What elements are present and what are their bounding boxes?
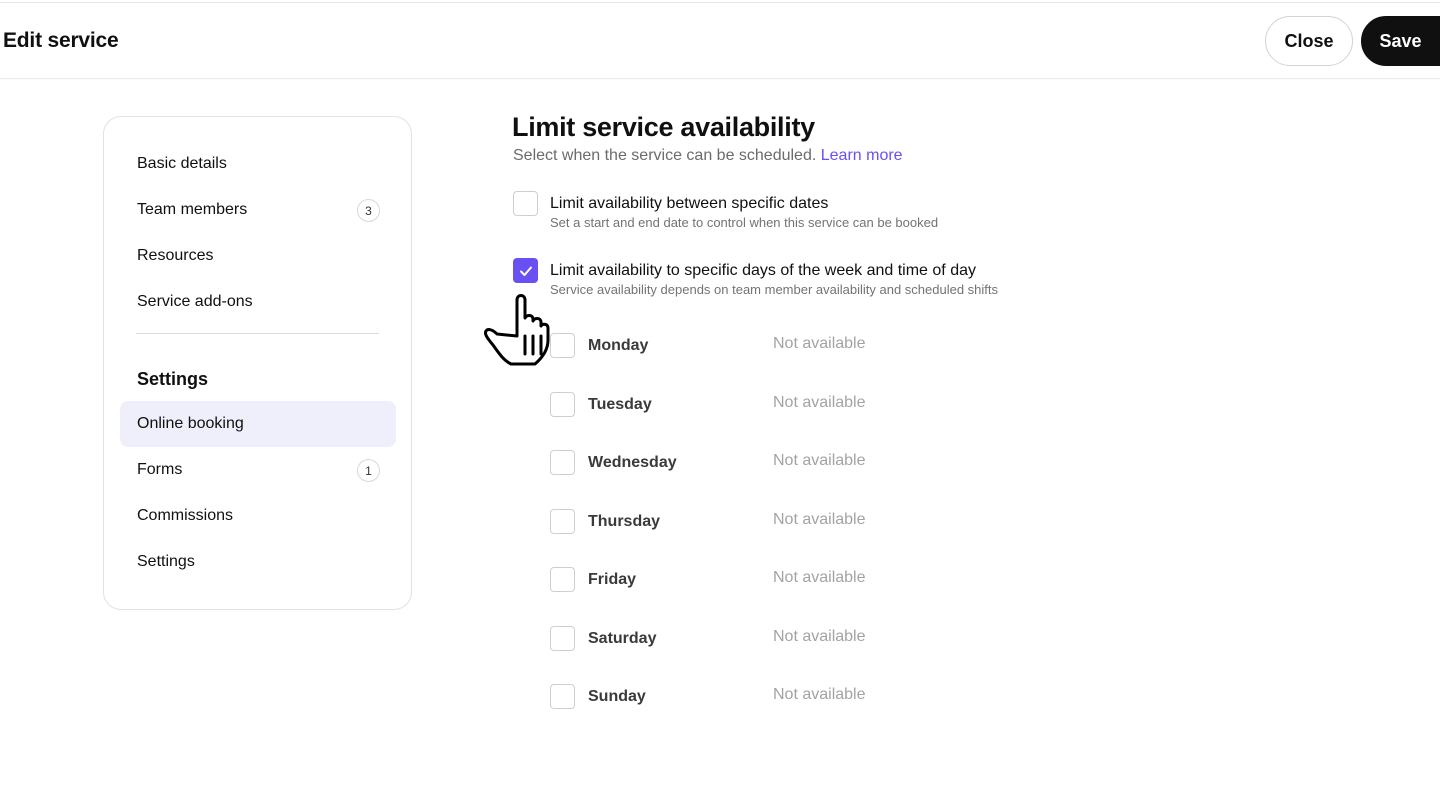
tuesday-checkbox[interactable] (550, 392, 575, 417)
section-title: Limit service availability (512, 112, 815, 142)
day-status: Not available (773, 511, 866, 528)
day-label: Saturday (588, 630, 657, 647)
day-status: Not available (773, 686, 866, 703)
sidebar-item-label: Team members (137, 201, 248, 218)
count-badge: 1 (357, 459, 380, 482)
subtitle-text: Select when the service can be scheduled… (513, 147, 817, 164)
day-status: Not available (773, 569, 866, 586)
learn-more-link[interactable]: Learn more (821, 147, 903, 164)
wednesday-checkbox[interactable] (550, 450, 575, 475)
sidebar-item-label: Basic details (137, 155, 227, 172)
sidebar-item-label: Forms (137, 461, 183, 478)
sidebar-item-commissions[interactable]: Commissions (120, 493, 396, 539)
option-help-text: Set a start and end date to control when… (550, 215, 939, 230)
sunday-checkbox[interactable] (550, 684, 575, 709)
section-subtitle: Select when the service can be scheduled… (513, 147, 903, 165)
sidebar-nav: Basic details Team members 3 Resources S… (103, 116, 412, 610)
monday-checkbox[interactable] (550, 333, 575, 358)
day-label: Friday (588, 571, 637, 588)
sidebar-item-settings[interactable]: Settings (120, 539, 396, 585)
day-label: Tuesday (588, 396, 652, 413)
close-button[interactable]: Close (1265, 16, 1353, 66)
specific-days-checkbox[interactable] (513, 258, 538, 283)
page-header: Edit service Close Save (0, 3, 1440, 79)
sidebar-item-label: Resources (137, 247, 214, 264)
count-badge: 3 (357, 199, 380, 222)
sidebar-item-basic-details[interactable]: Basic details (120, 141, 396, 187)
hand-pointer-icon (484, 294, 550, 366)
sidebar-item-label: Service add-ons (137, 293, 253, 310)
sidebar-item-label: Settings (137, 553, 195, 570)
check-icon (519, 266, 532, 276)
sidebar-item-online-booking[interactable]: Online booking (120, 401, 396, 447)
sidebar-item-service-add-ons[interactable]: Service add-ons (120, 279, 396, 325)
sidebar-section-heading: Settings (137, 369, 209, 389)
save-button[interactable]: Save (1361, 16, 1440, 66)
sidebar-divider (136, 333, 379, 334)
day-status: Not available (773, 394, 866, 411)
sidebar-item-forms[interactable]: Forms 1 (120, 447, 396, 493)
sidebar-item-team-members[interactable]: Team members 3 (120, 187, 396, 233)
day-status: Not available (773, 452, 866, 469)
saturday-checkbox[interactable] (550, 626, 575, 651)
specific-dates-checkbox[interactable] (513, 191, 538, 216)
day-label: Thursday (588, 513, 661, 530)
sidebar-item-label: Online booking (137, 415, 244, 432)
thursday-checkbox[interactable] (550, 509, 575, 534)
day-status: Not available (773, 628, 866, 645)
day-label: Monday (588, 337, 649, 354)
option-label: Limit availability to specific days of t… (550, 262, 976, 279)
day-status: Not available (773, 335, 866, 352)
sidebar-item-label: Commissions (137, 507, 234, 524)
option-help-text: Service availability depends on team mem… (550, 282, 999, 297)
page-title: Edit service (3, 29, 119, 52)
sidebar-item-resources[interactable]: Resources (120, 233, 396, 279)
day-label: Wednesday (588, 454, 677, 471)
option-label: Limit availability between specific date… (550, 195, 829, 212)
day-label: Sunday (588, 688, 646, 705)
friday-checkbox[interactable] (550, 567, 575, 592)
